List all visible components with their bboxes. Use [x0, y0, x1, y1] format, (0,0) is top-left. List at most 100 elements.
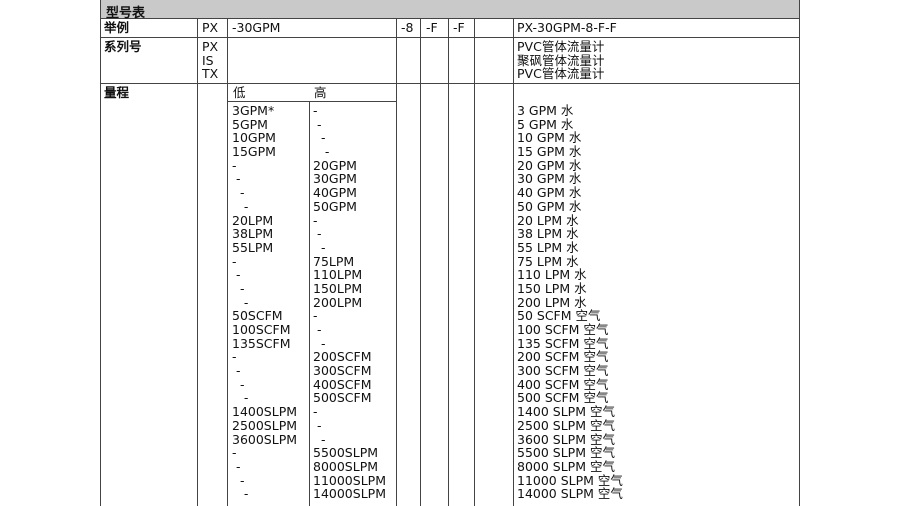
range-high-value: 20GPM [313, 157, 357, 173]
example-size: -8 [401, 20, 414, 35]
series-code: IS [202, 52, 214, 68]
range-desc-value: 75 LPM 水 [517, 253, 579, 269]
range-desc-value: 10 GPM 水 [517, 130, 582, 146]
range-high-value: 40GPM [313, 185, 357, 201]
range-desc-value: 150 LPM 水 [517, 280, 587, 296]
range-high-value: - [313, 144, 330, 160]
table-title: 型号表 [106, 6, 146, 21]
range-high-value: 200LPM [313, 294, 363, 310]
range-desc-value: 3600 SLPM 空气 [517, 431, 615, 447]
range-desc-value: 100 SCFM 空气 [517, 322, 609, 337]
series-desc: PVC管体流量计 [517, 66, 605, 82]
example-label: 举例 [104, 20, 130, 35]
grid-line [396, 19, 397, 506]
range-high-value: - [313, 212, 318, 228]
range-desc-value: 30 GPM 水 [517, 171, 582, 187]
range-low-value: 100SCFM [232, 322, 291, 337]
range-desc-value: 400 SCFM 空气 [517, 376, 609, 392]
example-option-2: -F [453, 20, 465, 35]
range-desc-value: 200 LPM 水 [517, 294, 587, 310]
range-high-value: 110LPM [313, 267, 363, 283]
range-desc-value: 200 SCFM 空气 [517, 349, 609, 365]
range-high-value: 14000SLPM [313, 486, 386, 502]
range-high-value: 30GPM [313, 171, 357, 187]
range-low-value: 20LPM [232, 212, 274, 228]
range-desc-value: 5500 SLPM 空气 [517, 445, 615, 461]
range-low-value: - [232, 376, 245, 392]
range-desc-list: 3 GPM 水5 GPM 水 10 GPM 水 15 GPM 水 20 GPM 水 30… [517, 104, 623, 501]
range-low-value: - [232, 198, 249, 214]
example-result: PX-30GPM-8-F-F [517, 20, 617, 35]
series-code: PX [202, 39, 219, 54]
range-high-value: - [313, 417, 322, 433]
series-code: TX [202, 66, 219, 82]
range-high-header: 高 [314, 85, 327, 100]
range-low-value: 1400SLPM [232, 404, 298, 420]
range-high-value: 75LPM [313, 253, 355, 269]
range-low-value: 50SCFM [232, 308, 283, 324]
range-desc-value: 40 GPM 水 [517, 185, 582, 201]
series-desc: 聚砜管体流量计 [517, 52, 605, 68]
range-desc-value: 15 GPM 水 [517, 144, 582, 160]
grid-line [197, 19, 198, 506]
range-desc-value: 11000 SLPM 空气 [517, 472, 623, 488]
range-low-value: 15GPM [232, 144, 276, 160]
range-desc-value: 20 LPM 水 [517, 212, 579, 228]
range-low-value: - [232, 253, 237, 269]
range-low-value: 5GPM [232, 116, 268, 132]
model-table: 型号表 举例 PX -30GPM -8 -F -F PX-30GPM-8-F-F… [100, 0, 800, 506]
example-range: -30GPM [232, 20, 281, 35]
grid-line [420, 19, 421, 506]
range-low-value: - [232, 390, 249, 406]
table-title-bar: 型号表 [100, 0, 800, 21]
grid-line [227, 19, 228, 506]
range-low-value: - [232, 185, 245, 201]
range-high-value: - [313, 116, 322, 132]
range-desc-value: 8000 SLPM 空气 [517, 458, 615, 474]
range-desc-value: 55 LPM 水 [517, 239, 579, 255]
range-low-value: - [232, 267, 241, 283]
range-high-value: 50GPM [313, 198, 357, 214]
range-low-value: - [232, 349, 237, 365]
series-code-list: PX IS TX [202, 40, 218, 81]
range-low-value: 3600SLPM [232, 431, 298, 447]
range-high-value: 300SCFM [313, 363, 372, 379]
range-high-value: - [313, 335, 326, 351]
range-desc-value: 1400 SLPM 空气 [517, 404, 615, 420]
range-high-value: - [313, 404, 318, 420]
range-high-value: - [313, 308, 318, 324]
grid-line [100, 37, 800, 38]
range-low-value: 135SCFM [232, 335, 291, 351]
range-low-value: - [232, 157, 237, 173]
range-low-value: 55LPM [232, 239, 274, 255]
range-high-value: - [313, 130, 326, 146]
range-low-value: 38LPM [232, 226, 274, 242]
range-low-list: 3GPM* 5GPM 10GPM 15GPM - - - -20LPM 38LPM 55LP… [232, 104, 297, 501]
series-label: 系列号 [104, 39, 142, 54]
range-desc-value: 300 SCFM 空气 [517, 363, 609, 379]
range-low-value: - [232, 445, 237, 461]
grid-line [448, 19, 449, 506]
range-low-value: - [232, 472, 245, 488]
range-low-header: 低 [233, 85, 246, 100]
range-high-value: - [313, 322, 322, 337]
range-low-value: - [232, 486, 249, 502]
range-low-value: 10GPM [232, 130, 276, 146]
range-low-value: - [232, 171, 241, 187]
grid-line [474, 19, 475, 506]
range-desc-value: 5 GPM 水 [517, 116, 574, 132]
range-high-value: 500SCFM [313, 390, 372, 406]
range-low-value: - [232, 458, 241, 474]
grid-line [100, 83, 800, 84]
range-label: 量程 [104, 85, 130, 100]
range-high-value: 5500SLPM [313, 445, 379, 461]
grid-line [100, 19, 101, 506]
range-high-value: - [313, 431, 326, 447]
range-desc-value: 3 GPM 水 [517, 103, 574, 118]
range-high-value: 8000SLPM [313, 458, 379, 474]
range-desc-value: 135 SCFM 空气 [517, 335, 609, 351]
series-desc: PVC管体流量计 [517, 39, 605, 54]
range-low-value: 2500SLPM [232, 417, 298, 433]
range-high-list: - - - -20GPM 30GPM 40GPM 50GPM - - -75LPM 110… [313, 104, 386, 501]
series-desc-list: PVC管体流量计 聚砜管体流量计 PVC管体流量计 [517, 40, 605, 81]
